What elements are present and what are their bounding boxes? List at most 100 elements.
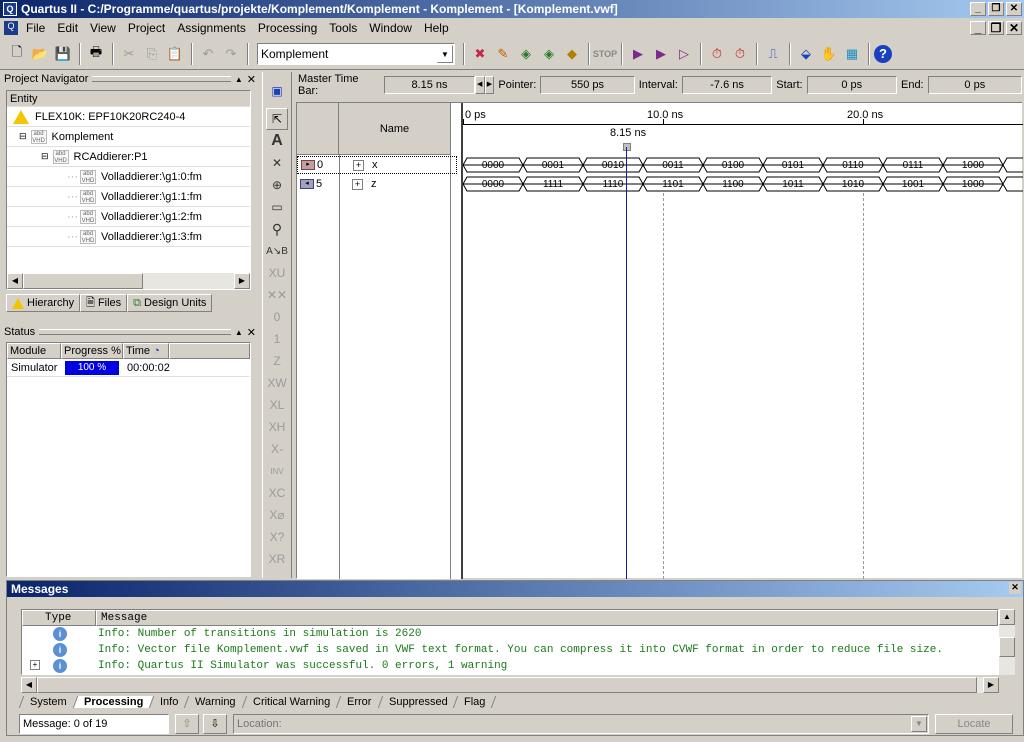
undo-icon[interactable]: ↶ (197, 43, 219, 65)
progress-column-header[interactable]: Progress % (61, 343, 123, 359)
tab-critical-warning[interactable]: Critical Warning (241, 696, 341, 708)
chevron-down-icon[interactable]: ▼ (911, 716, 927, 732)
fitter-icon[interactable]: ◈ (538, 43, 560, 65)
status-collapse-icon[interactable]: ▲ (235, 328, 243, 337)
tab-suppressed[interactable]: Suppressed (377, 696, 458, 708)
tree-item[interactable]: ··· abd VHD Volladdierer:\g1:0:fm (7, 167, 250, 187)
close-button[interactable]: ✕ (1006, 2, 1022, 16)
new-file-icon[interactable]: 🗋 (6, 43, 28, 65)
uninitialized-icon[interactable]: XU (266, 262, 288, 284)
random-value-icon[interactable]: XR (266, 548, 288, 570)
find-icon[interactable]: ⚲ (266, 218, 288, 240)
unknown-icon[interactable]: ✕✕ (266, 284, 288, 306)
start-analysis-icon[interactable]: ▶ (650, 43, 672, 65)
name-column-header[interactable]: Name (339, 103, 451, 155)
paste-icon[interactable]: 📋 (164, 43, 186, 65)
messages-hscrollbar[interactable]: ◀ ▶ (21, 677, 999, 693)
master-time-bar-line[interactable] (626, 147, 627, 579)
signal-row-x[interactable]: ▸ 0 + x (297, 156, 457, 174)
high-impedance-icon[interactable]: Z (266, 350, 288, 372)
collapse-icon[interactable]: ⊟ (41, 151, 49, 162)
full-screen-icon[interactable]: ▣ (266, 80, 288, 102)
location-combo[interactable]: ▼ (233, 714, 929, 734)
fit-window-icon[interactable]: ▭ (266, 196, 288, 218)
master-marker-handle[interactable] (623, 143, 631, 151)
tab-files[interactable]: 🗎 Files (80, 294, 128, 312)
tab-error[interactable]: Error (335, 696, 382, 708)
scroll-thumb[interactable] (23, 273, 143, 289)
tab-processing[interactable]: Processing (72, 696, 154, 708)
tree-item[interactable]: ⊟ abd VHD RCAddierer:P1 (7, 147, 250, 167)
tab-design-units[interactable]: ⧉ Design Units (127, 294, 213, 312)
menu-assignments[interactable]: Assignments (171, 21, 252, 35)
messages-close-icon[interactable]: ✕ (1009, 582, 1021, 594)
message-column-header[interactable]: Message (96, 610, 998, 626)
zoom-tool-icon[interactable]: ⊕ (266, 174, 288, 196)
analysis-icon[interactable]: ◈ (515, 43, 537, 65)
maximize-button[interactable]: ❐ (988, 2, 1004, 16)
forcing-high-icon[interactable]: 1 (266, 328, 288, 350)
tab-flag[interactable]: Flag (453, 696, 497, 708)
save-icon[interactable]: 💾 (52, 43, 74, 65)
navigator-collapse-icon[interactable]: ▲ (235, 75, 243, 84)
menu-tools[interactable]: Tools (323, 21, 363, 35)
expand-icon[interactable]: + (352, 178, 363, 190)
menu-window[interactable]: Window (363, 21, 418, 35)
simulator-icon[interactable]: ⎍ (762, 43, 784, 65)
type-column-header[interactable]: Type (22, 610, 96, 626)
master-time-right-arrow[interactable]: ▶ (484, 76, 495, 94)
tab-hierarchy[interactable]: Hierarchy (6, 294, 81, 312)
stop-icon[interactable]: STOP (593, 43, 617, 65)
message-row[interactable]: i Info: Number of transitions in simulat… (22, 626, 998, 642)
message-row[interactable]: + i Info: Quartus II Simulator was succes… (22, 658, 998, 674)
forcing-low-icon[interactable]: 0 (266, 306, 288, 328)
edit-icon[interactable]: ✎ (492, 43, 514, 65)
tree-item[interactable]: ⊟ abd VHD Komplement (7, 127, 250, 147)
scroll-left-icon[interactable]: ◀ (7, 273, 23, 289)
status-close-icon[interactable]: ✕ (247, 326, 256, 339)
scroll-left-icon[interactable]: ◀ (21, 677, 37, 693)
compile-icon[interactable]: ✖ (469, 43, 491, 65)
timing-report-icon[interactable]: ⏱ (729, 43, 751, 65)
print-icon[interactable]: 🖶 (85, 43, 107, 65)
time-ruler[interactable]: 0 ps 10.0 ns 20.0 ns (463, 103, 1023, 125)
weak-low-icon[interactable]: XL (266, 394, 288, 416)
invert-icon[interactable]: INV (266, 460, 288, 482)
start-simulation-icon[interactable]: ▷ (673, 43, 695, 65)
waveform-edit-icon[interactable]: ✕ (266, 152, 288, 174)
redo-icon[interactable]: ↷ (220, 43, 242, 65)
status-row[interactable]: Simulator 100 % 00:00:02 (7, 359, 250, 377)
cut-icon[interactable]: ✂ (118, 43, 140, 65)
chevron-down-icon[interactable]: ▼ (437, 44, 453, 63)
signal-row-z[interactable]: ◂ 5 + z (297, 175, 451, 193)
scroll-up-icon[interactable]: ▲ (999, 609, 1015, 625)
pin-planner-icon[interactable]: ✋ (818, 43, 840, 65)
count-value-icon[interactable]: XC (266, 482, 288, 504)
entity-combo[interactable]: Komplement ▼ (257, 42, 455, 65)
overwrite-clock-icon[interactable]: X⌀ (266, 504, 288, 526)
programmer-icon[interactable]: ⬙ (795, 43, 817, 65)
wave-x[interactable]: 0000 0001 0010 0011 0100 0101 0110 0111 1000 00 (463, 157, 1023, 173)
scroll-right-icon[interactable]: ▶ (234, 273, 250, 289)
open-folder-icon[interactable]: 📂 (29, 43, 51, 65)
menu-processing[interactable]: Processing (252, 21, 323, 35)
doc-minimize-button[interactable]: _ (970, 21, 986, 35)
locate-button[interactable]: Locate (935, 714, 1013, 734)
weak-high-icon[interactable]: XH (266, 416, 288, 438)
arbitrary-value-icon[interactable]: X? (266, 526, 288, 548)
scroll-thumb[interactable] (999, 637, 1015, 657)
menu-project[interactable]: Project (122, 21, 171, 35)
wave-z[interactable]: 0000 1111 1110 1101 1100 1011 1010 1001 1000 111 (463, 176, 1023, 192)
previous-message-icon[interactable]: ⇧ (175, 714, 199, 734)
navigator-close-icon[interactable]: ✕ (247, 73, 256, 86)
message-row[interactable]: i Info: Vector file Komplement.vwf is sa… (22, 642, 998, 658)
tree-device-row[interactable]: FLEX10K: EPF10K20RC240-4 (7, 107, 250, 127)
doc-close-button[interactable]: ✕ (1006, 21, 1022, 35)
tree-item[interactable]: ··· abd VHD Volladdierer:\g1:3:fm (7, 227, 250, 247)
selection-tool-icon[interactable]: ⇱ (266, 108, 288, 130)
assembler-icon[interactable]: ◆ (561, 43, 583, 65)
module-column-header[interactable]: Module (7, 343, 61, 359)
time-column-header[interactable]: Time ◔ (123, 343, 169, 359)
menu-help[interactable]: Help (418, 21, 455, 35)
tab-warning[interactable]: Warning (184, 696, 247, 708)
